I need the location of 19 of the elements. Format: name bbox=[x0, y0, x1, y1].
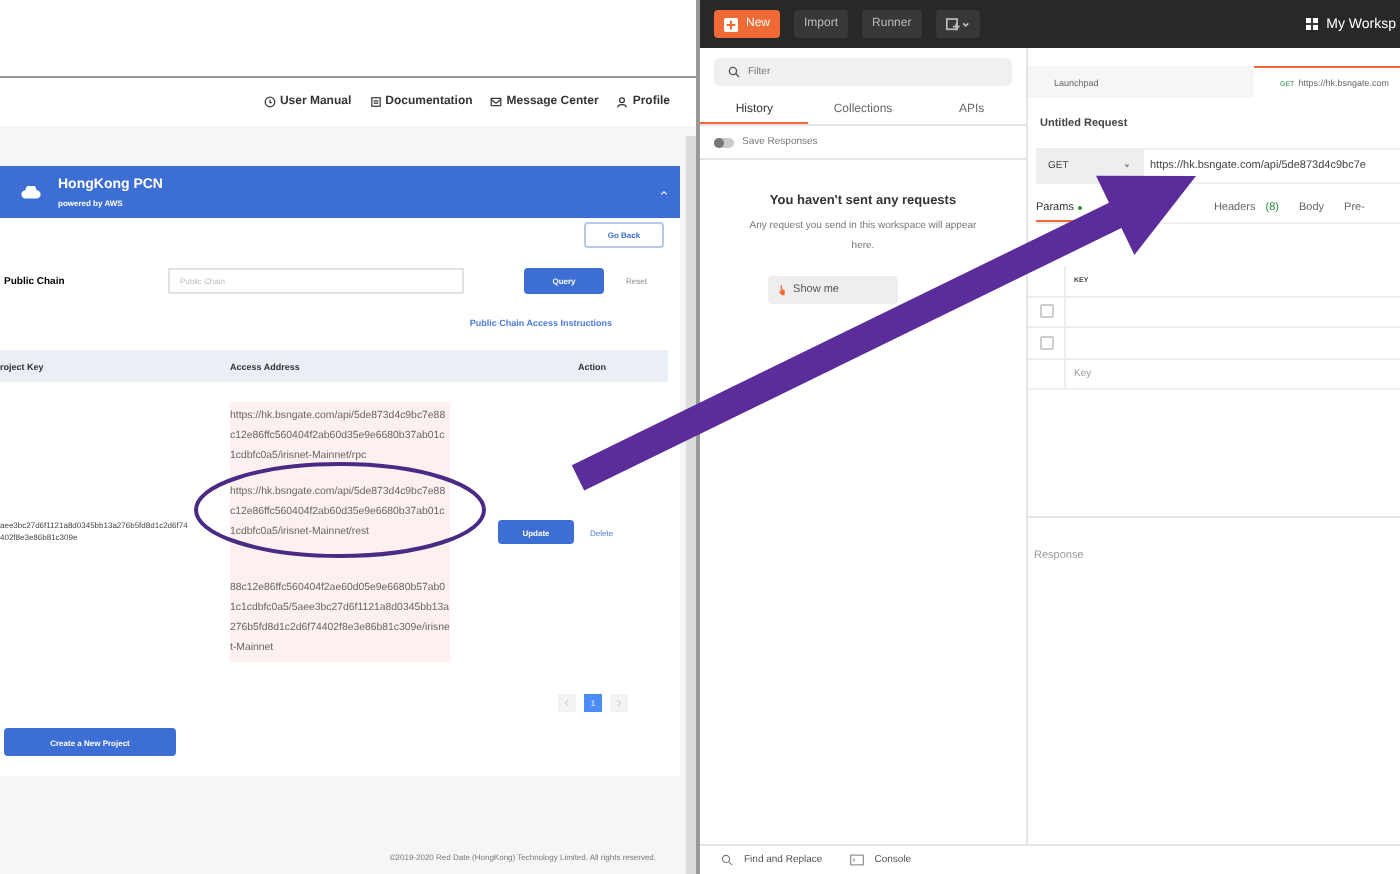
chevron-up-icon[interactable] bbox=[660, 189, 668, 195]
window-plus-icon bbox=[945, 17, 970, 31]
cloud-icon bbox=[20, 185, 42, 199]
plus-icon bbox=[724, 17, 738, 31]
pointer-icon bbox=[777, 284, 786, 296]
user-icon bbox=[616, 96, 629, 108]
clock-icon bbox=[263, 96, 276, 108]
checkbox[interactable] bbox=[1039, 335, 1053, 350]
search-icon bbox=[728, 66, 740, 78]
console-icon bbox=[850, 854, 865, 866]
grid-icon bbox=[1306, 18, 1319, 30]
mail-icon bbox=[490, 96, 503, 108]
search-icon bbox=[720, 854, 734, 866]
new-window-button[interactable] bbox=[935, 10, 980, 38]
checkbox[interactable] bbox=[1039, 304, 1053, 319]
toggle-switch[interactable] bbox=[714, 137, 734, 147]
scrollbar[interactable] bbox=[686, 136, 696, 874]
caret-down-icon bbox=[1124, 164, 1130, 168]
document-icon bbox=[369, 96, 382, 108]
